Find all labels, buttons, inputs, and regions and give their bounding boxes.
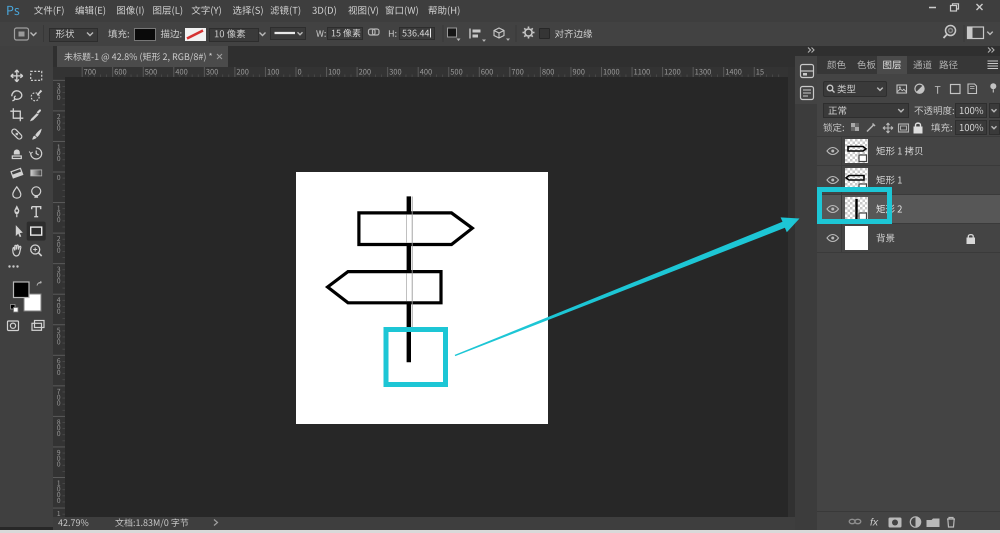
svg-text:fx: fx <box>870 517 879 529</box>
